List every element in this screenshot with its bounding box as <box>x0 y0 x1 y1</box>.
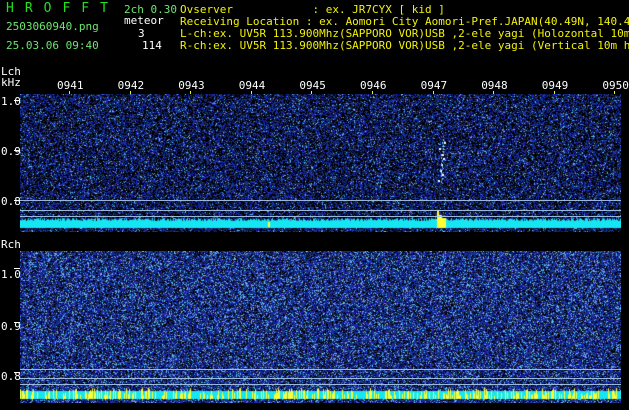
y-axis-tick <box>14 100 20 101</box>
lch-spectrogram <box>20 94 621 232</box>
rch-label: Rch <box>1 238 21 251</box>
rch-description: R-ch:ex. UV5R 113.900Mhz(SAPPORO VOR)USB… <box>180 40 629 52</box>
y-axis-tick <box>14 200 20 201</box>
time-tick-label: 0949 <box>541 79 569 92</box>
app-logo: HROFFT <box>6 1 119 16</box>
date-time: 25.03.06 09:40 <box>6 39 99 52</box>
lch-ylabel-1-0: 1.0 <box>1 95 21 108</box>
meteor-label: meteor <box>124 14 164 27</box>
y-axis-tick <box>14 372 20 373</box>
rch-ref-line <box>20 369 621 370</box>
location-info: Receiving Location : ex. Aomori City Aom… <box>180 15 629 28</box>
rch-ylabel-1-0: 1.0 <box>1 268 21 281</box>
time-tick-label: 0947 <box>420 79 448 92</box>
lch-ylabel-0-9: 0.9 <box>1 145 21 158</box>
lch-ref-line <box>20 216 621 217</box>
y-axis-tick <box>14 150 20 151</box>
rch-ref-line <box>20 384 621 385</box>
lch-ylabel-0-8: 0.8 <box>1 195 21 208</box>
lch-ref-line <box>20 200 621 201</box>
lch-description: L-ch:ex. UV5R 113.900Mhz(SAPPORO VOR)USB… <box>180 28 629 40</box>
time-tick-label: 0948 <box>481 79 508 92</box>
meteor-count-rch: 114 <box>142 39 162 52</box>
y-axis-tick <box>14 268 20 269</box>
unit-label: kHz <box>1 76 21 89</box>
rch-ref-line <box>20 378 621 379</box>
file-name: 2503060940.png <box>6 20 99 33</box>
time-tick-label: 0946 <box>360 79 387 92</box>
time-tick-label: 0944 <box>238 79 266 92</box>
lch-ref-line <box>20 210 621 211</box>
time-tick-label: 0941 <box>57 79 84 92</box>
time-tick-label: 0943 <box>178 79 205 92</box>
time-tick-label: 0942 <box>117 79 145 92</box>
time-tick-label: 0945 <box>299 79 326 92</box>
time-tick-label: 0950 <box>602 79 629 92</box>
rch-spectrogram <box>20 251 621 403</box>
y-axis-tick <box>14 322 20 323</box>
